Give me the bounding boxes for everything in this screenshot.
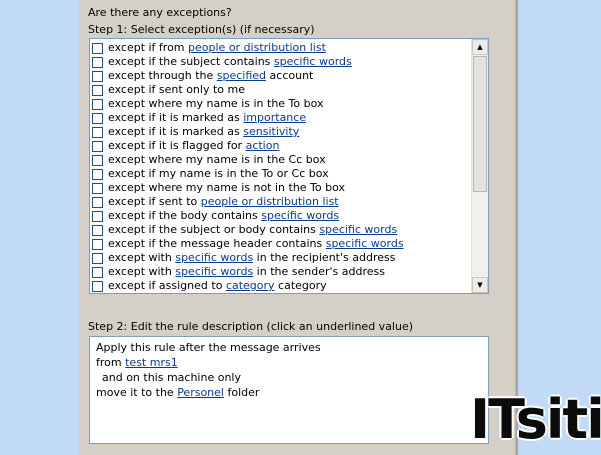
exception-value-link[interactable]: category	[226, 279, 275, 293]
exception-checkbox[interactable]	[92, 210, 103, 222]
exception-checkbox[interactable]	[92, 42, 103, 54]
exception-value-link[interactable]: importance	[243, 111, 306, 125]
exceptions-listbox[interactable]: except if from people or distribution li…	[89, 38, 489, 294]
exception-checkbox[interactable]	[92, 168, 103, 180]
exception-text: except if from	[108, 41, 189, 54]
desc-line-from: from test mrs1	[96, 355, 488, 370]
step2-label: Step 2: Edit the rule description (click…	[88, 320, 414, 333]
exception-checkbox[interactable]	[92, 126, 103, 138]
desc-folder-text: folder	[223, 386, 260, 399]
exception-item[interactable]: except if sent to people or distribution…	[92, 195, 471, 209]
exception-checkbox[interactable]	[92, 140, 103, 152]
exception-item[interactable]: except where my name is in the To box	[92, 97, 471, 111]
exception-item[interactable]: except if from people or distribution li…	[92, 41, 471, 55]
exception-checkbox[interactable]	[92, 98, 103, 110]
scroll-down-button[interactable]: ▼	[472, 277, 488, 293]
exception-value-link[interactable]: specific words	[326, 237, 404, 251]
exception-item[interactable]: except with specific words in the sender…	[92, 265, 471, 279]
exception-value-link[interactable]: people or distribution list	[188, 41, 326, 55]
exception-item[interactable]: except if the subject contains specific …	[92, 55, 471, 69]
exception-item[interactable]: except with specific words in the recipi…	[92, 251, 471, 265]
exception-text: except if the message header contains	[108, 237, 326, 250]
exception-text-suffix: in the recipient's address	[253, 251, 396, 264]
exception-checkbox[interactable]	[92, 84, 103, 96]
exception-value-link[interactable]: specific words	[319, 223, 397, 237]
exception-value-link[interactable]: specified	[217, 69, 266, 83]
arrow-down-icon: ▼	[477, 281, 483, 289]
exception-text: except if the body contains	[108, 209, 262, 222]
exception-item[interactable]: except where my name is in the Cc box	[92, 153, 471, 167]
exception-item[interactable]: except if it is marked as sensitivity	[92, 125, 471, 139]
desc-move-text: move it to the	[96, 386, 178, 399]
exception-text: except if sent only to me	[108, 83, 245, 96]
step1-label: Step 1: Select exception(s) (if necessar…	[88, 23, 315, 36]
exception-item[interactable]: except through the specified account	[92, 69, 471, 83]
exception-checkbox[interactable]	[92, 224, 103, 236]
exception-value-link[interactable]: action	[246, 139, 280, 153]
sender-link[interactable]: test mrs1	[125, 356, 178, 369]
exception-value-link[interactable]: specific words	[175, 265, 253, 279]
exception-value-link[interactable]: specific words	[274, 55, 352, 69]
exception-checkbox[interactable]	[92, 154, 103, 166]
exception-checkbox[interactable]	[92, 266, 103, 278]
exceptions-list: except if from people or distribution li…	[92, 41, 471, 293]
exception-item[interactable]: except if the subject or body contains s…	[92, 223, 471, 237]
exception-text: except where my name is in the Cc box	[108, 153, 326, 166]
exception-checkbox[interactable]	[92, 56, 103, 68]
exception-text: except if the subject or body contains	[108, 223, 320, 236]
exception-checkbox[interactable]	[92, 112, 103, 124]
exception-text: except if my name is in the To or Cc box	[108, 167, 329, 180]
exception-text: except if it is marked as	[108, 111, 244, 124]
exception-item[interactable]: except if the body contains specific wor…	[92, 209, 471, 223]
exception-text-suffix: in the sender's address	[253, 265, 385, 278]
exceptions-question: Are there any exceptions?	[88, 6, 232, 19]
exception-checkbox[interactable]	[92, 252, 103, 264]
scroll-thumb[interactable]	[473, 56, 487, 192]
desc-line-apply: Apply this rule after the message arrive…	[96, 341, 321, 354]
exception-text: except if it is flagged for	[108, 139, 246, 152]
exception-item[interactable]: except if assigned to category category	[92, 279, 471, 293]
exception-item[interactable]: except if it is flagged for action	[92, 139, 471, 153]
itsiti-watermark-logo: ITsiti	[470, 388, 601, 451]
exception-value-link[interactable]: people or distribution list	[201, 195, 339, 209]
rules-wizard-dialog: Are there any exceptions? Step 1: Select…	[79, 0, 517, 455]
exception-item[interactable]: except where my name is not in the To bo…	[92, 181, 471, 195]
exception-checkbox[interactable]	[92, 196, 103, 208]
exception-checkbox[interactable]	[92, 280, 103, 292]
desc-line-move: move it to the Personel folder	[96, 385, 488, 400]
folder-link[interactable]: Personel	[177, 386, 224, 399]
exception-text: except if assigned to	[108, 279, 226, 292]
exception-text: except if sent to	[108, 195, 201, 208]
exception-checkbox[interactable]	[92, 70, 103, 82]
exception-text: except with	[108, 251, 176, 264]
exceptions-scrollbar[interactable]: ▲ ▼	[471, 39, 488, 293]
exception-item[interactable]: except if it is marked as importance	[92, 111, 471, 125]
rule-description-box: Apply this rule after the message arrive…	[89, 336, 489, 444]
exception-value-link[interactable]: sensitivity	[243, 125, 299, 139]
exception-text: except where my name is not in the To bo…	[108, 181, 346, 194]
exception-value-link[interactable]: specific words	[261, 209, 339, 223]
desc-line-machine: and on this machine only	[102, 371, 241, 384]
exception-checkbox[interactable]	[92, 238, 103, 250]
exception-item[interactable]: except if my name is in the To or Cc box	[92, 167, 471, 181]
desc-from-text: from	[96, 356, 126, 369]
exception-text-suffix: category	[274, 279, 327, 292]
exception-item[interactable]: except if sent only to me	[92, 83, 471, 97]
exception-text: except with	[108, 265, 176, 278]
exception-item[interactable]: except if the message header contains sp…	[92, 237, 471, 251]
arrow-up-icon: ▲	[477, 43, 483, 51]
exception-value-link[interactable]: specific words	[175, 251, 253, 265]
scroll-up-button[interactable]: ▲	[472, 39, 488, 55]
exception-text: except through the	[108, 69, 217, 82]
exception-text-suffix: account	[266, 69, 314, 82]
exception-text: except if the subject contains	[108, 55, 274, 68]
exception-text: except if it is marked as	[108, 125, 244, 138]
exception-checkbox[interactable]	[92, 182, 103, 194]
exception-text: except where my name is in the To box	[108, 97, 324, 110]
